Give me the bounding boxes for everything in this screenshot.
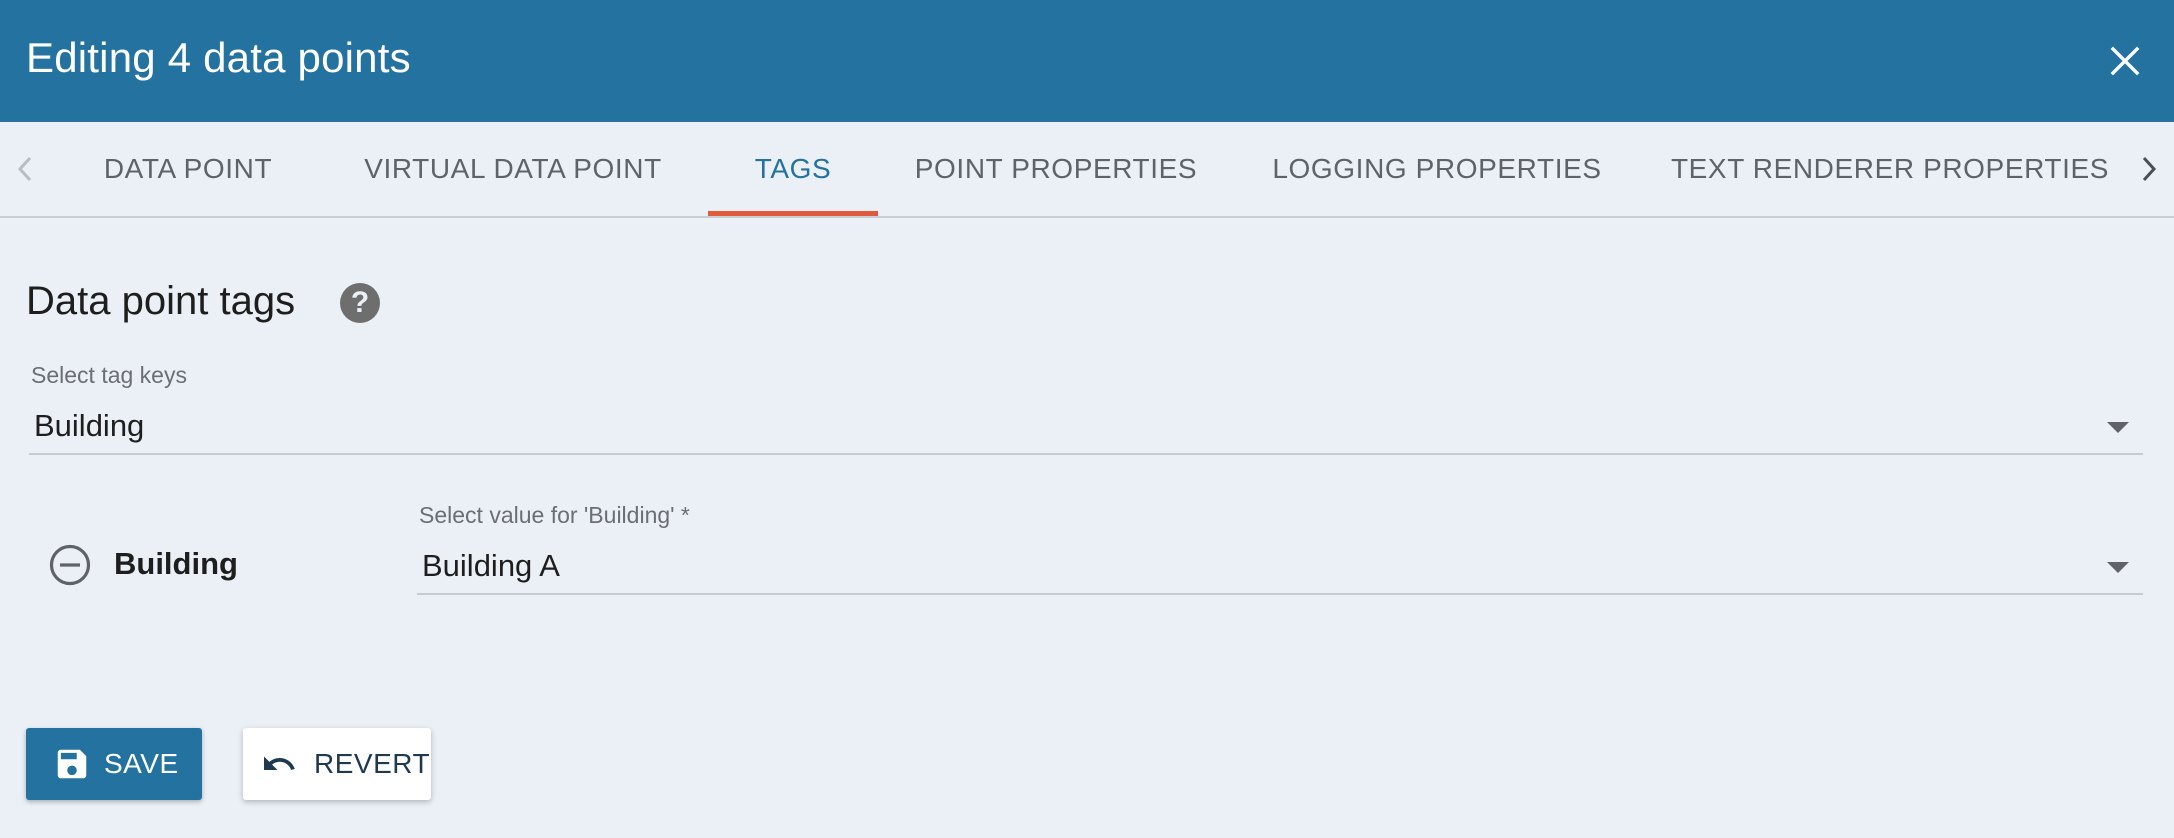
chevron-down-icon: [2107, 422, 2129, 433]
chevron-left-icon: [17, 156, 32, 182]
tab-tags[interactable]: TAGS: [708, 122, 878, 216]
revert-label: REVERT: [314, 748, 431, 779]
close-icon: [2110, 46, 2140, 76]
save-icon: [53, 745, 91, 783]
help-icon[interactable]: ?: [340, 283, 380, 323]
active-tab-indicator: [708, 211, 878, 216]
tag-keys-label: Select tag keys: [31, 362, 187, 388]
chevron-right-icon: [2142, 156, 2157, 182]
remove-circle-icon[interactable]: [48, 543, 92, 587]
dialog-title: Editing 4 data points: [26, 34, 411, 81]
tag-value-select[interactable]: Building A: [417, 540, 2143, 595]
tag-keys-select[interactable]: Building: [29, 400, 2143, 455]
tab-logging-properties[interactable]: LOGGING PROPERTIES: [1262, 122, 1612, 216]
save-label: SAVE: [104, 748, 179, 779]
revert-button[interactable]: REVERT: [243, 728, 431, 800]
dialog-header: Editing 4 data points: [0, 0, 2174, 122]
tab-data-point[interactable]: DATA POINT: [83, 122, 293, 216]
undo-icon: [257, 746, 301, 782]
chevron-down-icon: [2107, 562, 2129, 573]
tab-text-renderer-properties[interactable]: TEXT RENDERER PROPERTIES: [1666, 122, 2114, 216]
tab-point-properties[interactable]: POINT PROPERTIES: [906, 122, 1206, 216]
tab-scroll-right-button[interactable]: [2124, 122, 2174, 216]
section-title: Data point tags: [26, 279, 296, 323]
close-button[interactable]: [2100, 36, 2150, 86]
tab-virtual-data-point[interactable]: VIRTUAL DATA POINT: [338, 122, 688, 216]
tag-keys-value: Building: [34, 408, 145, 443]
tag-value-current: Building A: [422, 548, 560, 583]
tab-bar: DATA POINT VIRTUAL DATA POINT TAGS POINT…: [0, 122, 2174, 218]
tag-value-label: Select value for 'Building' *: [419, 502, 690, 528]
tag-key-name: Building: [114, 546, 238, 581]
save-button[interactable]: SAVE: [26, 728, 202, 800]
tab-scroll-left-button[interactable]: [0, 122, 50, 216]
